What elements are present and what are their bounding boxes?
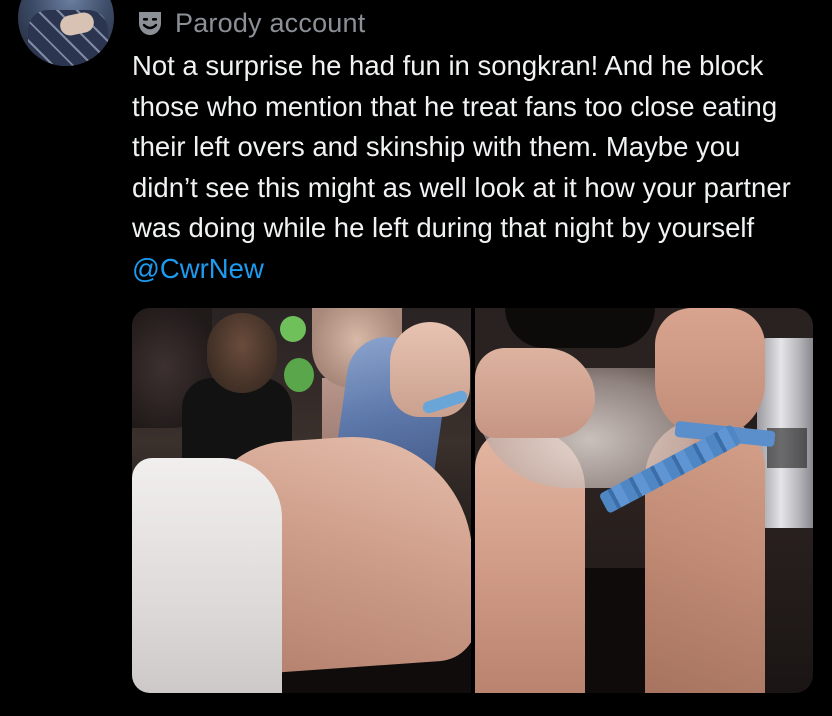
photo-element [284,358,314,392]
photo-element [280,316,306,342]
photo-element [654,308,765,438]
photo-element [574,568,655,693]
tweet-body: Not a surprise he had fun in songkran! A… [132,50,791,243]
photo-left[interactable] [132,308,471,693]
photo-right[interactable] [474,308,813,693]
parody-account-label: Parody account [175,7,366,38]
tweet-media [132,308,813,693]
parody-mask-icon [139,12,161,35]
photo-element [504,308,655,348]
photo-element [207,313,277,393]
photo-element [474,348,595,438]
avatar[interactable] [18,0,114,66]
photo-element [132,458,282,693]
tweet-text: Not a surprise he had fun in songkran! A… [132,46,812,289]
mention-link[interactable]: @CwrNew [132,253,264,284]
parody-badge: Parody account [135,6,365,40]
